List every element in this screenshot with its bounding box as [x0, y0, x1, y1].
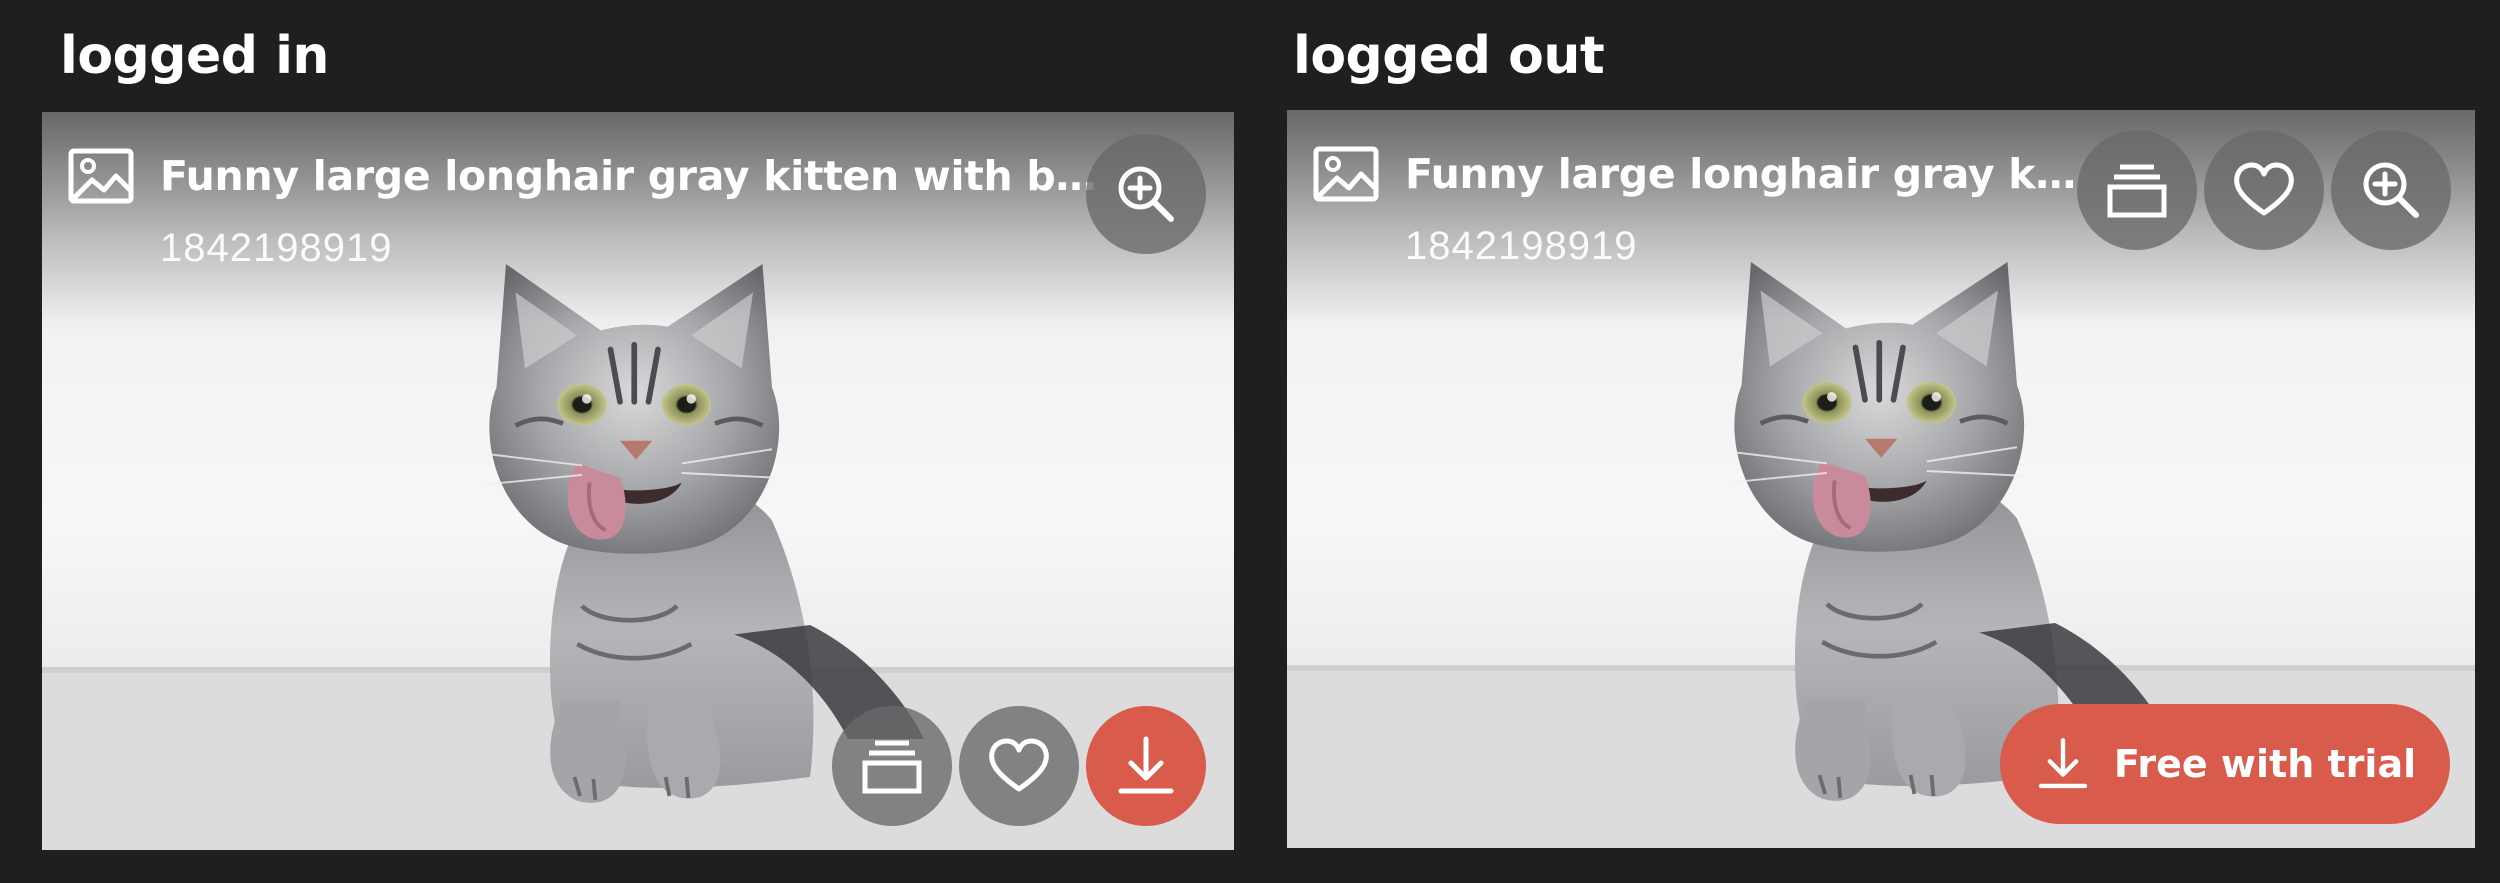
image-type-icon: [1313, 146, 1379, 202]
download-icon: [1118, 736, 1174, 794]
zoom-in-icon: [2363, 162, 2419, 218]
zoom-button[interactable]: [2331, 130, 2451, 250]
image-id: 1842198919: [1405, 224, 1638, 268]
favorite-button[interactable]: [2204, 130, 2324, 250]
collection-stack-icon: [862, 740, 922, 794]
collection-stack-icon: [2107, 164, 2167, 218]
comparison-stage: logged in Funny large longhair gray kitt…: [0, 0, 2500, 883]
panel-label-logged-out: logged out: [1293, 26, 1605, 86]
add-to-collection-button[interactable]: [832, 706, 952, 826]
zoom-button[interactable]: [1086, 134, 1206, 254]
zoom-in-icon: [1118, 166, 1174, 222]
panel-label-logged-in: logged in: [60, 26, 329, 86]
trial-button-label: Free with trial: [2113, 742, 2417, 786]
card-title[interactable]: Funny large longhair gray kitten with be…: [160, 146, 1110, 206]
download-icon: [2038, 738, 2088, 789]
download-button[interactable]: [1086, 706, 1206, 826]
image-card-logged-in[interactable]: Funny large longhair gray kitten with be…: [42, 112, 1234, 850]
card-title[interactable]: Funny large longhair gray ki...: [1405, 144, 2085, 204]
image-id: 1842198919: [160, 226, 393, 270]
add-to-collection-button[interactable]: [2077, 130, 2197, 250]
image-card-logged-out[interactable]: Funny large longhair gray ki... 18421989…: [1287, 110, 2475, 848]
heart-icon: [2234, 162, 2294, 216]
heart-icon: [989, 738, 1049, 792]
free-with-trial-button[interactable]: Free with trial: [2000, 704, 2450, 824]
favorite-button[interactable]: [959, 706, 1079, 826]
image-type-icon: [68, 148, 134, 204]
